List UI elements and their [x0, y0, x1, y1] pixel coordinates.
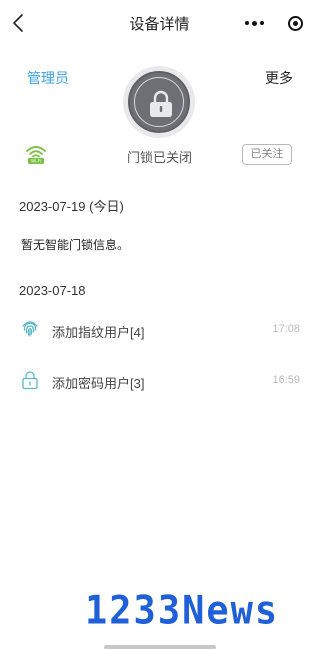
log-text: 添加密码用户[3] [52, 376, 145, 391]
mini-program-capsule [243, 12, 303, 34]
password-lock-icon [22, 371, 38, 390]
lock-button-face [128, 71, 190, 133]
close-target-icon[interactable] [288, 15, 303, 31]
fingerprint-icon [22, 321, 38, 337]
log-item[interactable]: 添加密码用户[3] 16:59 [0, 366, 319, 394]
home-indicator [104, 645, 216, 649]
log-time: 16:59 [272, 374, 300, 386]
padlock-icon [150, 90, 172, 117]
follow-button[interactable]: 已关注 [242, 144, 292, 165]
admin-link[interactable]: 管理员 [27, 68, 69, 88]
date-header: 2023-07-18 [19, 283, 86, 298]
date-header-today: 2023-07-19 (今日) [19, 199, 124, 214]
more-link[interactable]: 更多 [265, 68, 293, 88]
watermark-logo: 1233News [85, 587, 280, 634]
log-text: 添加指纹用户[4] [52, 325, 145, 340]
lock-button[interactable] [123, 66, 195, 138]
log-time: 17:08 [272, 323, 300, 335]
log-item[interactable]: 添加指纹用户[4] 17:08 [0, 315, 319, 343]
nav-bar: 设备详情 [0, 0, 319, 46]
more-dots-icon[interactable] [243, 20, 264, 26]
empty-message: 暂无智能门锁信息。 [21, 238, 130, 252]
